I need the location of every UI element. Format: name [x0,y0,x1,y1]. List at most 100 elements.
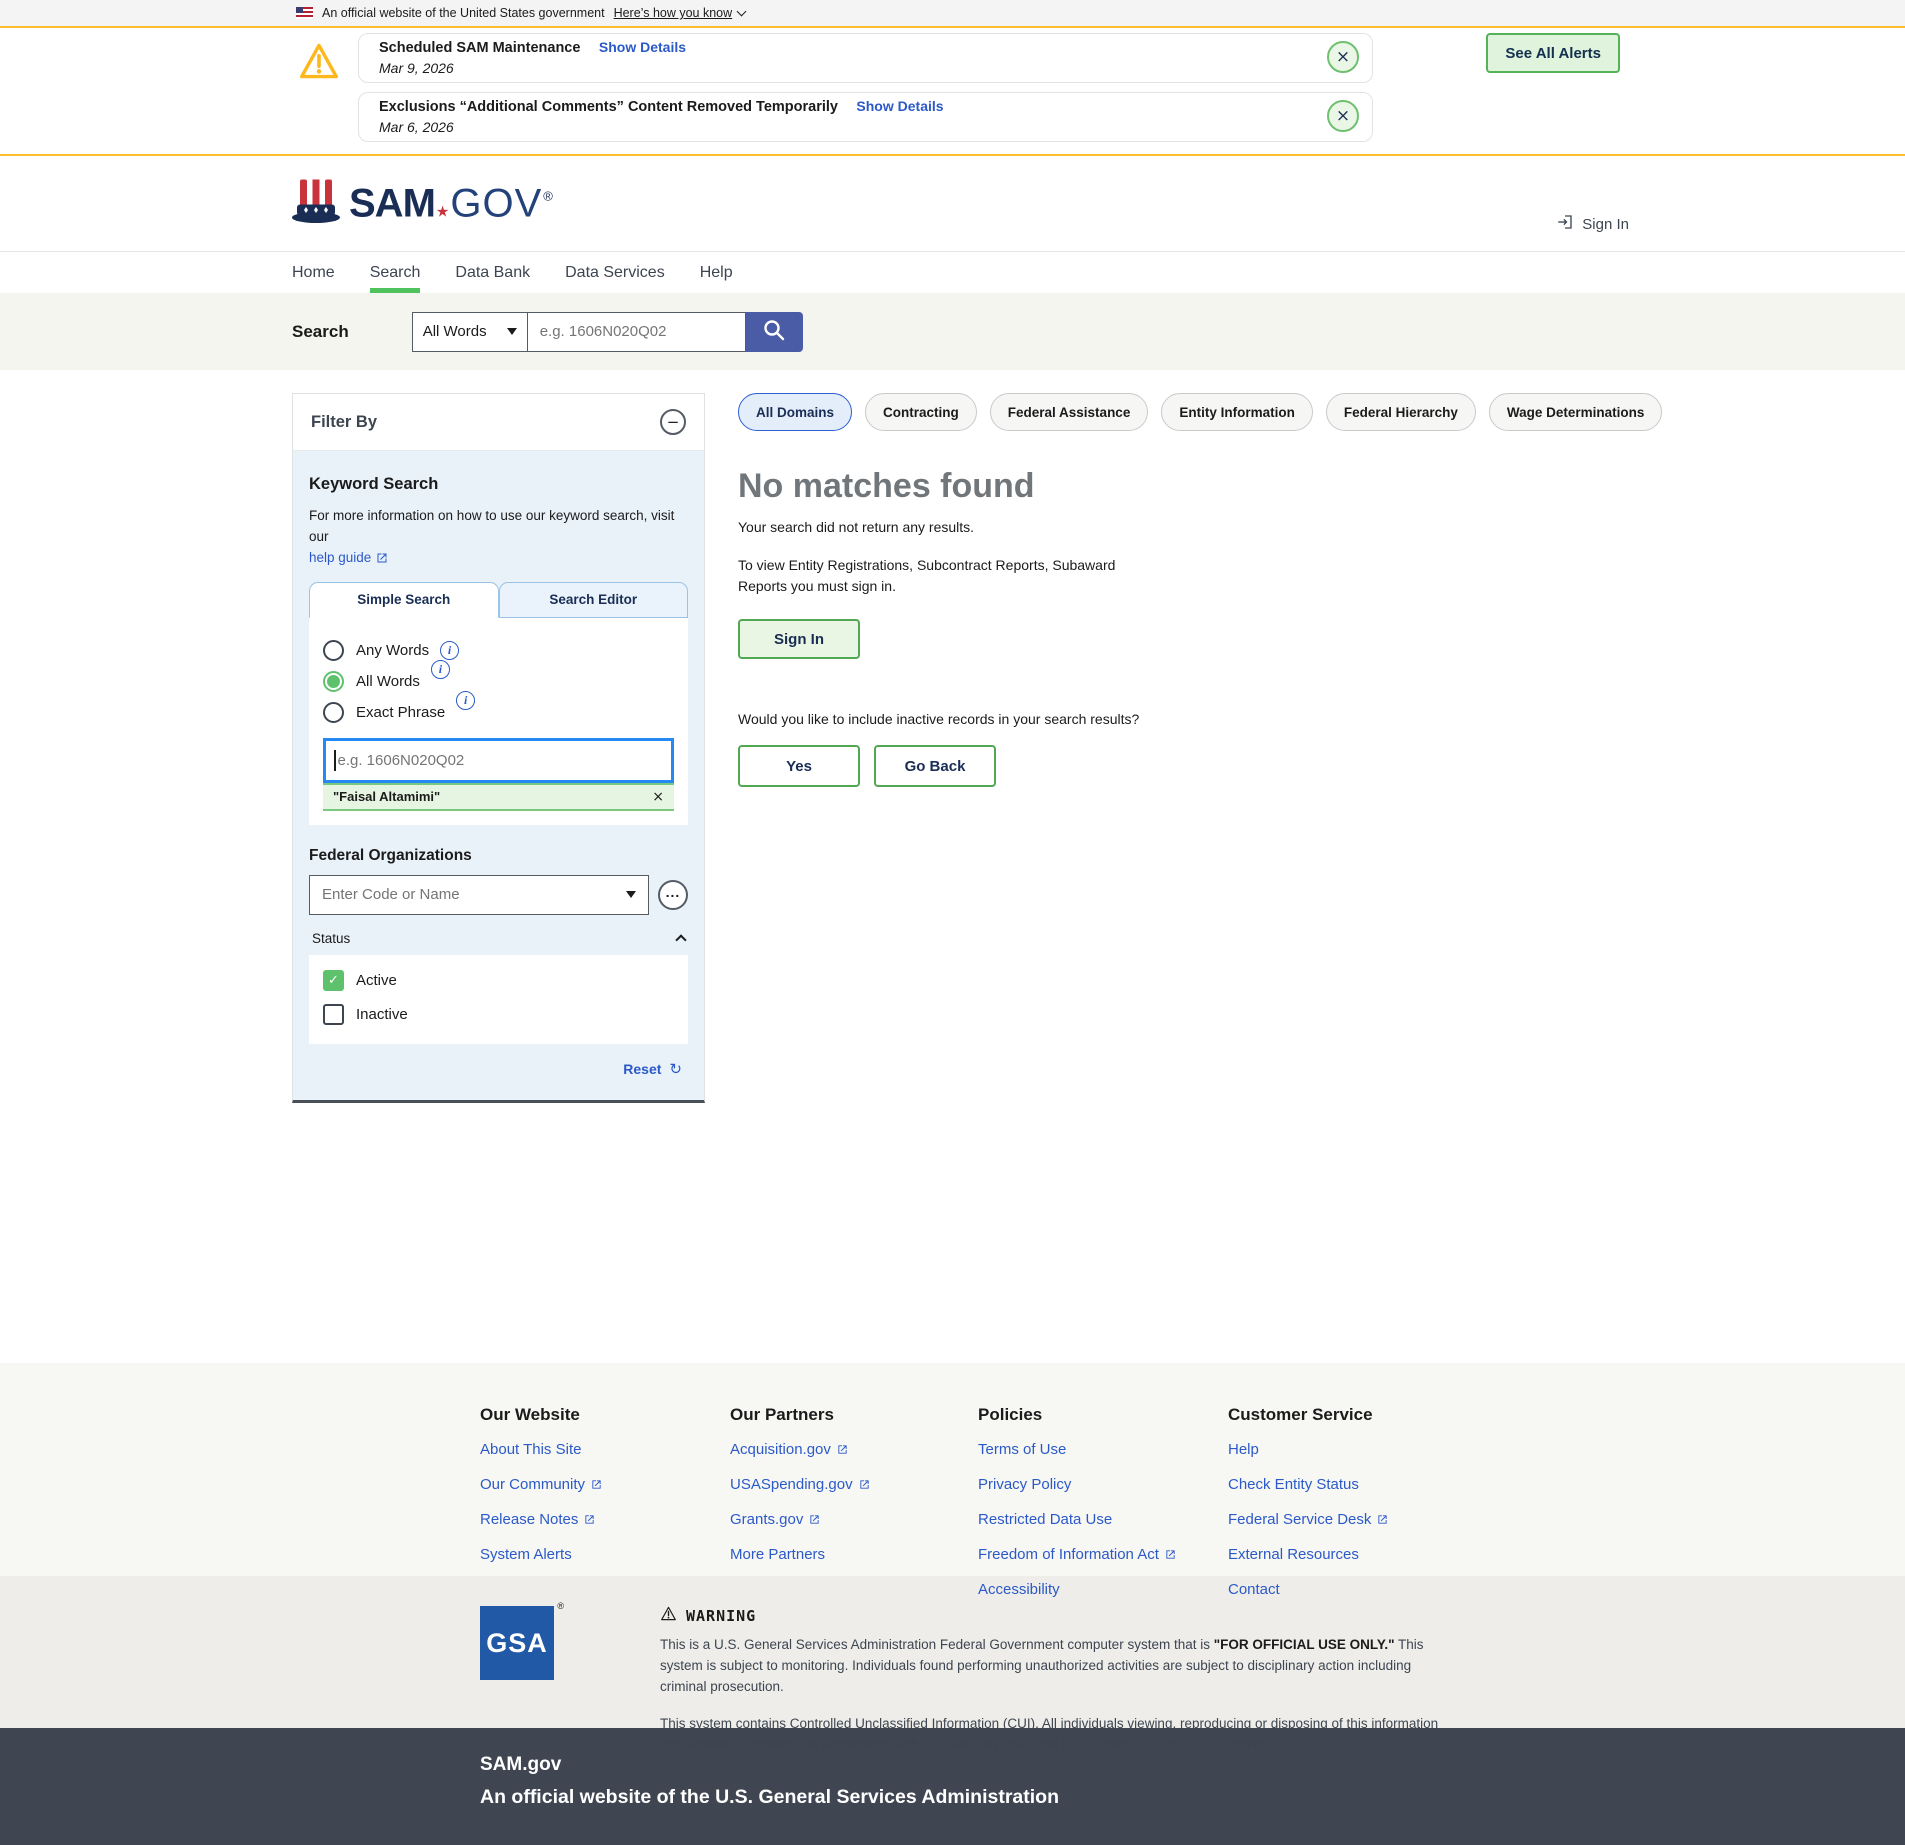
no-matches-title: No matches found [738,467,1618,506]
footer-site-subtitle: An official website of the U.S. General … [480,1786,1905,1809]
sam-gov-logo[interactable]: SAM ★ GOV ® [290,177,553,230]
footer-link-federal-service-desk[interactable]: Federal Service Desk [1228,1511,1478,1528]
warning-triangle-small-icon [660,1606,677,1625]
alert-item: Exclusions “Additional Comments” Content… [358,92,1373,142]
alert-date: Mar 9, 2026 [379,60,1316,76]
logo-text: SAM ★ GOV ® [349,181,553,226]
keyword-tabs: Simple Search Search Editor [309,582,688,618]
info-icon[interactable]: i [440,641,459,660]
sign-in-message: To view Entity Registrations, Subcontrac… [738,555,1168,597]
footer-link-accessibility[interactable]: Accessibility [978,1581,1228,1598]
help-guide-link[interactable]: help guide [309,548,388,569]
external-link-icon [376,552,388,564]
radio-any-words[interactable] [323,640,344,661]
go-back-button[interactable]: Go Back [874,745,996,787]
external-link-icon [837,1444,848,1455]
footer-link-grants-gov[interactable]: Grants.gov [730,1511,978,1528]
registered-mark: ® [543,188,553,203]
sign-in-link[interactable]: Sign In [1556,213,1629,235]
domain-tab-federal-assistance[interactable]: Federal Assistance [990,393,1149,431]
chip-remove-icon[interactable]: × [652,789,664,805]
footer-link-about-this-site[interactable]: About This Site [480,1441,730,1458]
main-content: Filter By − Keyword Search For more info… [0,370,1905,1363]
info-icon[interactable]: i [431,660,450,679]
banner-text: An official website of the United States… [322,6,605,20]
show-details-link[interactable]: Show Details [599,39,686,55]
close-alert-button[interactable]: × [1327,41,1359,73]
tab-search-editor[interactable]: Search Editor [499,582,689,618]
footer-link-terms-of-use[interactable]: Terms of Use [978,1441,1228,1458]
external-link-icon [591,1479,602,1490]
federal-organizations-select[interactable]: Enter Code or Name [309,875,649,915]
nav-item-help[interactable]: Help [700,252,733,293]
search-input[interactable]: e.g. 1606N020Q02 [528,312,746,352]
check-icon: ✓ [328,973,339,988]
uncle-sam-hat-icon [290,177,342,230]
collapse-filters-button[interactable]: − [660,409,686,435]
more-options-button[interactable]: ... [658,880,688,910]
sign-in-button[interactable]: Sign In [738,619,860,659]
footer-link-help[interactable]: Help [1228,1441,1478,1458]
radio-all-words[interactable] [323,671,344,692]
domain-tab-all-domains[interactable]: All Domains [738,393,852,431]
keyword-chip: "Faisal Altamimi" × [323,783,674,811]
inactive-records-question: Would you like to include inactive recor… [738,711,1618,727]
footer-link-privacy-policy[interactable]: Privacy Policy [978,1476,1228,1493]
footer-link-usaspending-gov[interactable]: USASpending.gov [730,1476,978,1493]
minus-icon: − [667,413,680,431]
show-details-link[interactable]: Show Details [856,98,943,114]
how-you-know-link[interactable]: Here’s how you know [614,6,746,20]
close-alert-button[interactable]: × [1327,100,1359,132]
footer-link-external-resources[interactable]: External Resources [1228,1546,1478,1563]
footer-link-our-community[interactable]: Our Community [480,1476,730,1493]
footer-link-foia[interactable]: Freedom of Information Act [978,1546,1228,1563]
ellipsis-icon: ... [666,884,681,900]
info-icon[interactable]: i [456,691,475,710]
us-flag-icon [296,7,313,19]
federal-organizations-heading: Federal Organizations [309,847,688,865]
yes-button[interactable]: Yes [738,745,860,787]
no-results-message: Your search did not return any results. [738,519,1618,535]
domain-tabs: All Domains Contracting Federal Assistan… [738,393,1618,431]
footer-links: Our Website About This Site Our Communit… [0,1363,1905,1576]
keyword-input[interactable]: e.g. 1606N020Q02 [323,738,674,783]
see-all-alerts-button[interactable]: See All Alerts [1486,33,1620,73]
status-section-toggle[interactable]: Status [309,931,688,946]
footer-link-check-entity-status[interactable]: Check Entity Status [1228,1476,1478,1493]
nav-item-home[interactable]: Home [292,252,335,293]
registered-mark: ® [557,1601,564,1611]
footer-link-acquisition-gov[interactable]: Acquisition.gov [730,1441,978,1458]
domain-tab-wage-determinations[interactable]: Wage Determinations [1489,393,1663,431]
checkbox-inactive[interactable]: Inactive [323,1004,674,1025]
footer-heading: Our Website [480,1405,730,1425]
external-link-icon [809,1514,820,1525]
tab-simple-search[interactable]: Simple Search [309,582,499,618]
footer-link-more-partners[interactable]: More Partners [730,1546,978,1563]
search-button[interactable] [746,312,803,352]
reset-filters-button[interactable]: Reset ↻ [309,1044,688,1090]
domain-tab-federal-hierarchy[interactable]: Federal Hierarchy [1326,393,1476,431]
filter-by-title: Filter By [311,413,377,432]
search-band: Search All Words e.g. 1606N020Q02 [0,293,1905,370]
magnifier-icon [762,318,786,345]
footer-link-system-alerts[interactable]: System Alerts [480,1546,730,1563]
footer-heading: Our Partners [730,1405,978,1425]
text-cursor [334,750,336,771]
domain-tab-entity-information[interactable]: Entity Information [1161,393,1313,431]
radio-exact-phrase[interactable] [323,702,344,723]
footer-link-restricted-data-use[interactable]: Restricted Data Use [978,1511,1228,1528]
nav-item-search[interactable]: Search [370,252,421,293]
nav-item-data-services[interactable]: Data Services [565,252,665,293]
footer-link-release-notes[interactable]: Release Notes [480,1511,730,1528]
domain-tab-contracting[interactable]: Contracting [865,393,977,431]
footer-link-contact[interactable]: Contact [1228,1581,1478,1598]
search-mode-select[interactable]: All Words [412,312,528,352]
caret-down-icon [626,891,636,898]
nav-item-data-bank[interactable]: Data Bank [455,252,530,293]
unchecked-checkbox-icon [323,1004,344,1025]
search-label: Search [292,322,349,342]
checkbox-active[interactable]: ✓ Active [323,970,674,991]
external-link-icon [1165,1549,1176,1560]
close-icon: × [1336,47,1350,67]
alert-title: Scheduled SAM Maintenance [379,40,580,56]
